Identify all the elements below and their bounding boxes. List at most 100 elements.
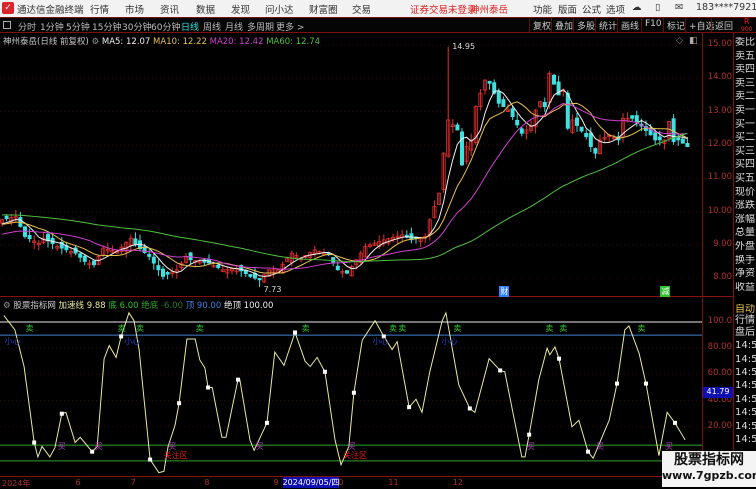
candle-down	[27, 235, 32, 240]
candle-down	[151, 256, 156, 264]
indicator-settings-icon[interactable]: ⚙	[3, 301, 11, 311]
price-axis-label: 15.00	[707, 39, 732, 49]
bottom-value: 6.00	[119, 301, 139, 311]
watermark: 股票指标网 www.7gpzb.com	[662, 451, 756, 487]
date-tick: 8	[204, 478, 210, 487]
candle-down	[685, 142, 690, 147]
accel-dot	[672, 420, 677, 425]
tick-time: 14:56	[735, 393, 756, 405]
candle-down	[552, 74, 557, 85]
cursor-date: 2024/09/05/四	[282, 477, 340, 488]
sidebar-field: 卖三	[735, 77, 755, 89]
caution-signal: 小心	[124, 337, 141, 346]
price-axis-label: 12.00	[707, 138, 732, 149]
sidebar-field: 涨跌	[735, 200, 755, 212]
candle-down	[565, 92, 570, 129]
candle-down	[147, 253, 152, 257]
accel-dot	[264, 420, 269, 425]
candle-down	[4, 215, 9, 220]
ma10-line	[1, 101, 688, 274]
accel-dot	[32, 440, 37, 445]
accel-dot	[177, 401, 182, 406]
top-value: 90.00	[196, 301, 222, 311]
accel-dot	[586, 449, 591, 454]
abs-bottom-label: 绝底	[141, 301, 159, 311]
sell-signal: 卖	[398, 324, 407, 333]
accel-dot	[498, 368, 503, 373]
sidebar-field: 买二	[735, 132, 755, 144]
indicator-name: 股票指标网	[13, 301, 56, 311]
sidebar-field: 收益	[735, 281, 755, 293]
high-price-label: 14.95	[452, 41, 476, 51]
sidebar-field: 卖四	[735, 64, 755, 76]
price-axis-label: 9.00	[713, 238, 732, 249]
sell-signal: 卖	[25, 324, 34, 333]
candle-down	[501, 99, 506, 108]
auto-label[interactable]: 自动	[735, 304, 756, 315]
date-tick: 7	[130, 478, 136, 487]
sell-signal: 卖	[301, 324, 310, 333]
candle-down	[657, 136, 662, 141]
accel-dot	[615, 381, 620, 386]
sidebar-field: 卖五	[735, 50, 755, 62]
candle-down	[593, 148, 598, 154]
date-axis: 2024年67891011122024/09/05/四	[0, 476, 702, 488]
top-label: 顶	[185, 301, 195, 311]
candle-down	[216, 264, 221, 268]
date-tick: 9	[273, 478, 279, 487]
caution-signal: 小心	[372, 337, 389, 346]
candle-down	[519, 128, 524, 134]
candle-down	[542, 102, 547, 108]
watch-zone-label: 关注区	[343, 451, 367, 460]
cursor-value-badge: 41.79	[703, 387, 733, 398]
sidebar-field: 换手	[735, 254, 755, 266]
quotes-label[interactable]: 行情	[735, 315, 756, 326]
candle-down	[455, 124, 460, 131]
caution-signal: 小心	[4, 337, 21, 346]
tick-time: 14:56	[735, 434, 756, 446]
date-tick: 11	[388, 478, 399, 487]
sidebar-field: 买四	[735, 159, 755, 171]
candle-down	[510, 108, 515, 117]
candle-down	[487, 80, 492, 84]
candle-down	[344, 270, 349, 274]
accel-dot	[527, 432, 532, 437]
candle-down	[133, 238, 138, 246]
tick-times: 14:5614:5614:5614:5614:5614:5614:5614:56	[735, 340, 756, 445]
accel-dot	[322, 369, 327, 374]
sidebar-field: 买一	[735, 118, 755, 130]
sidebar-field: 外盘	[735, 241, 755, 252]
event-marker: 减	[660, 286, 671, 297]
accel-dot	[235, 377, 240, 382]
candle-down	[160, 268, 165, 277]
price-axis-label: 10.00	[707, 205, 732, 216]
caution-signal: 小心	[441, 337, 458, 346]
tick-time: 14:56	[735, 367, 756, 379]
accel-dot	[119, 334, 124, 339]
sidebar-field: 净资	[735, 268, 755, 280]
ma60-line	[1, 132, 688, 263]
candle-down	[331, 257, 336, 263]
chart-canvas[interactable]	[0, 0, 756, 487]
buy-signal: 买	[255, 442, 264, 451]
indicator-axis-label: 100.0	[707, 316, 732, 326]
candle-down	[579, 126, 584, 132]
accel-dot	[90, 449, 95, 454]
sidebar-field: 委比	[735, 37, 755, 48]
sell-signal: 卖	[136, 324, 144, 333]
candle-down	[653, 132, 658, 141]
sell-signal: 卖	[637, 324, 646, 333]
after-hours-label[interactable]: 盘后	[735, 327, 756, 338]
sell-signal: 卖	[545, 324, 554, 333]
tick-time: 14:56	[735, 340, 756, 352]
buy-signal: 买	[596, 442, 604, 451]
date-tick: 12	[452, 478, 463, 487]
candle-down	[78, 253, 83, 258]
candle-down	[459, 131, 464, 166]
price-axis-label: 14.00	[707, 72, 732, 83]
candle-down	[248, 274, 253, 277]
candle-down	[496, 91, 501, 104]
sell-signal: 卖	[117, 324, 126, 333]
candle-down	[584, 133, 589, 137]
accel-line	[3, 311, 686, 474]
